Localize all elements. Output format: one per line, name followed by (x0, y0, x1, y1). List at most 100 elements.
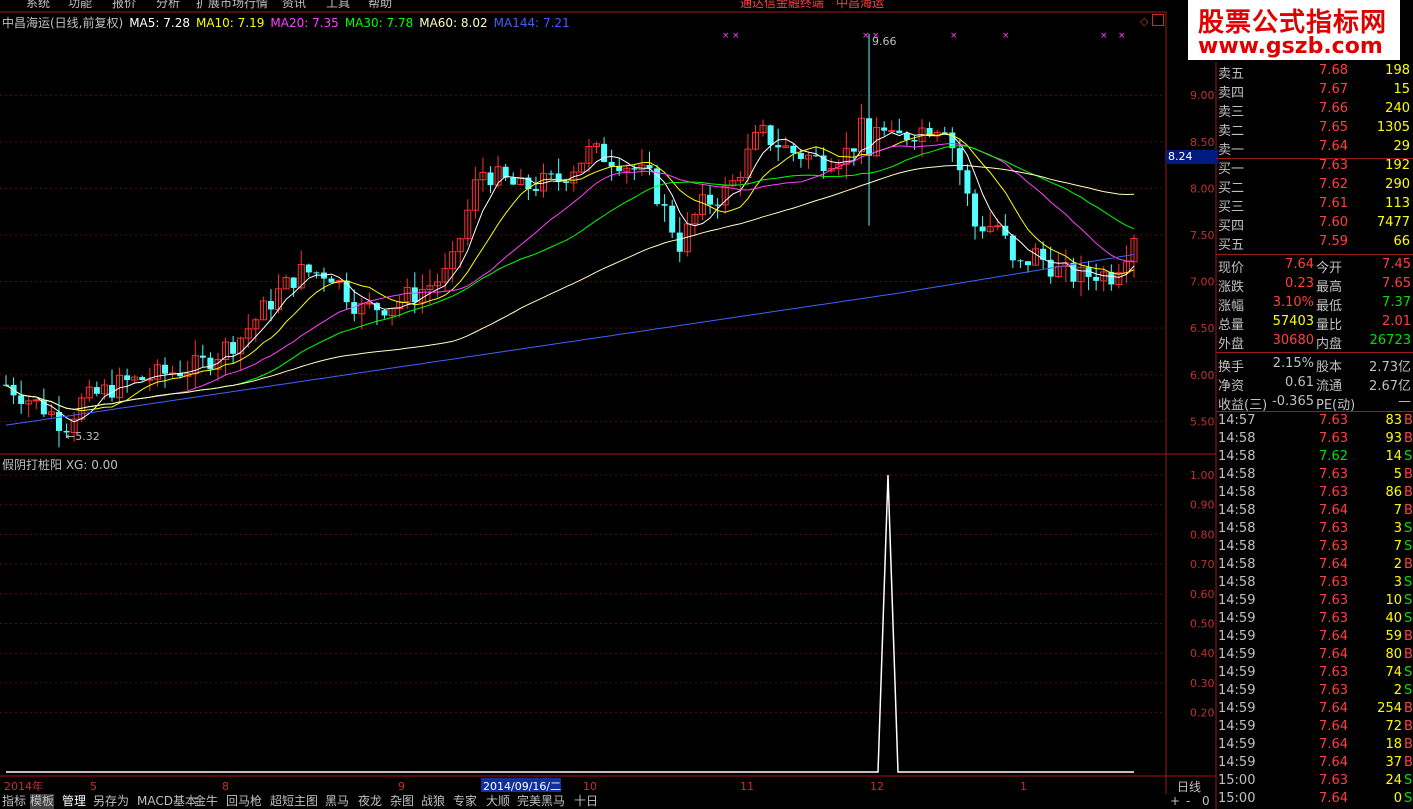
tick-side: S (1404, 449, 1413, 464)
tick-time: 14:58 (1218, 467, 1256, 482)
indicator-tab[interactable]: 指标 (2, 794, 26, 809)
bid-row[interactable]: 买二 7.62 290 (1218, 177, 1413, 196)
indicator-tab[interactable]: 十日 (574, 794, 598, 809)
level-label: 买四 (1218, 219, 1245, 234)
tick-time: 14:58 (1218, 575, 1256, 590)
stat-label: 最高 (1316, 280, 1343, 295)
level-label: 买五 (1218, 238, 1245, 253)
stat-value: -0.365 (1272, 394, 1314, 409)
tick-price: 7.64 (1319, 629, 1348, 644)
candle-down (850, 148, 857, 152)
indicator-tab[interactable]: 杂图 (390, 794, 414, 809)
zoom-in-button[interactable]: + (1170, 794, 1180, 809)
kline-chart[interactable]: 9.008.508.007.507.006.506.005.50 × × × × × × ×… (0, 0, 1413, 809)
candle-down (911, 139, 918, 142)
candle-down (207, 357, 214, 370)
tick-price: 7.63 (1319, 683, 1348, 698)
tick-price: 7.63 (1319, 521, 1348, 536)
indicator-tab[interactable]: 超短主图 (270, 794, 318, 809)
level-volume: 290 (1385, 177, 1410, 192)
tick-price: 7.63 (1319, 593, 1348, 608)
bid-row[interactable]: 买三 7.61 113 (1218, 196, 1413, 215)
tick-volume: 3 (1393, 521, 1402, 536)
tick-side: S (1404, 683, 1413, 698)
candle-down (1093, 276, 1100, 281)
stat-label: 量比 (1316, 318, 1343, 333)
stock-title: 中昌海运(日线,前复权) (2, 16, 124, 30)
ask-row[interactable]: 卖五 7.68 198 (1218, 63, 1413, 82)
tick-volume: 254 (1377, 701, 1402, 716)
candle-down (646, 165, 653, 169)
tick-time: 14:58 (1218, 485, 1256, 500)
stat-label: 现价 (1218, 261, 1245, 276)
level-price: 7.61 (1319, 196, 1348, 211)
level-volume: 29 (1393, 139, 1410, 154)
signal-marker: × (862, 31, 870, 41)
stat-value: — (1398, 394, 1411, 409)
bid-row[interactable]: 买四 7.60 7477 (1218, 215, 1413, 234)
candle-down (881, 127, 888, 131)
stats-divider (1216, 254, 1413, 255)
tick-time: 14:59 (1218, 629, 1256, 644)
tick-time: 14:59 (1218, 611, 1256, 626)
current-price-marker: 8.24 (1166, 150, 1218, 164)
candle-down (972, 193, 979, 227)
bid-row[interactable]: 买五 7.59 66 (1218, 234, 1413, 253)
tick-row: 14:59 7.64 18 B (1218, 737, 1413, 755)
indicator-tab[interactable]: 完美黑马 (517, 794, 565, 809)
candle-down (1025, 261, 1032, 266)
date-label: 11 (740, 780, 754, 793)
indicator-tab[interactable]: 夜龙 (358, 794, 382, 809)
ma10-label: MA10: 7.19 (195, 16, 265, 30)
tick-price: 7.64 (1319, 557, 1348, 572)
tick-side: B (1404, 413, 1413, 428)
ask-row[interactable]: 卖三 7.66 240 (1218, 101, 1413, 120)
ask-row[interactable]: 卖一 7.64 29 (1218, 139, 1413, 158)
stat-label: 涨跌 (1218, 280, 1245, 295)
stat-row: 总量 57403 量比 2.01 (1218, 314, 1413, 333)
candle-down (1108, 271, 1115, 285)
indicator-tab[interactable]: 战狼 (421, 794, 445, 809)
zoom-out-button[interactable]: - (1186, 794, 1190, 809)
sub-axis-label: 0.80 (1190, 528, 1215, 541)
level-volume: 113 (1385, 196, 1410, 211)
stat-label: 涨幅 (1218, 299, 1245, 314)
tick-row: 14:59 7.64 72 B (1218, 719, 1413, 737)
indicator-tab[interactable]: 管理 (62, 794, 86, 809)
level-label: 买二 (1218, 181, 1245, 196)
tick-volume: 24 (1385, 773, 1402, 788)
expand-icon[interactable]: ◇ (1140, 15, 1148, 28)
bid-row[interactable]: 买一 7.63 192 (1218, 158, 1413, 177)
period-label[interactable]: 日线 (1177, 778, 1201, 795)
zoom-reset-button[interactable]: 0 (1202, 794, 1210, 809)
window-icon[interactable] (1152, 14, 1164, 26)
indicator-tab[interactable]: 大顺 (486, 794, 510, 809)
indicator-tab[interactable]: 黑马 (325, 794, 349, 809)
tick-price: 7.64 (1319, 701, 1348, 716)
level-volume: 198 (1385, 63, 1410, 78)
indicator-tab[interactable]: 金牛 (194, 794, 218, 809)
indicator-tab[interactable]: 专家 (453, 794, 477, 809)
ask-row[interactable]: 卖四 7.67 15 (1218, 82, 1413, 101)
sub-axis-label: 0.70 (1190, 558, 1215, 571)
sub-axis-label: 0.30 (1190, 677, 1215, 690)
indicator-tab[interactable]: MACD基本 (137, 794, 197, 809)
indicator-tab[interactable]: 回马枪 (226, 794, 262, 809)
price-tick-label: 6.00 (1190, 369, 1215, 382)
indicator-tab[interactable]: 模板 (30, 794, 55, 809)
tick-row: 14:58 7.63 3 S (1218, 521, 1413, 539)
price-tick-label: 9.00 (1190, 89, 1215, 102)
tick-price: 7.63 (1319, 413, 1348, 428)
ask-row[interactable]: 卖二 7.65 1305 (1218, 120, 1413, 139)
tick-side: S (1404, 665, 1413, 680)
tick-price: 7.64 (1319, 755, 1348, 770)
level-volume: 7477 (1376, 215, 1410, 230)
candle-down (230, 342, 237, 354)
tick-volume: 80 (1385, 647, 1402, 662)
candle-down (979, 226, 986, 232)
indicator-tab[interactable]: 另存为 (93, 794, 129, 809)
candle-down (510, 177, 517, 185)
tick-price: 7.63 (1319, 665, 1348, 680)
candle-down (1009, 235, 1016, 261)
signal-marker: × (950, 31, 958, 41)
